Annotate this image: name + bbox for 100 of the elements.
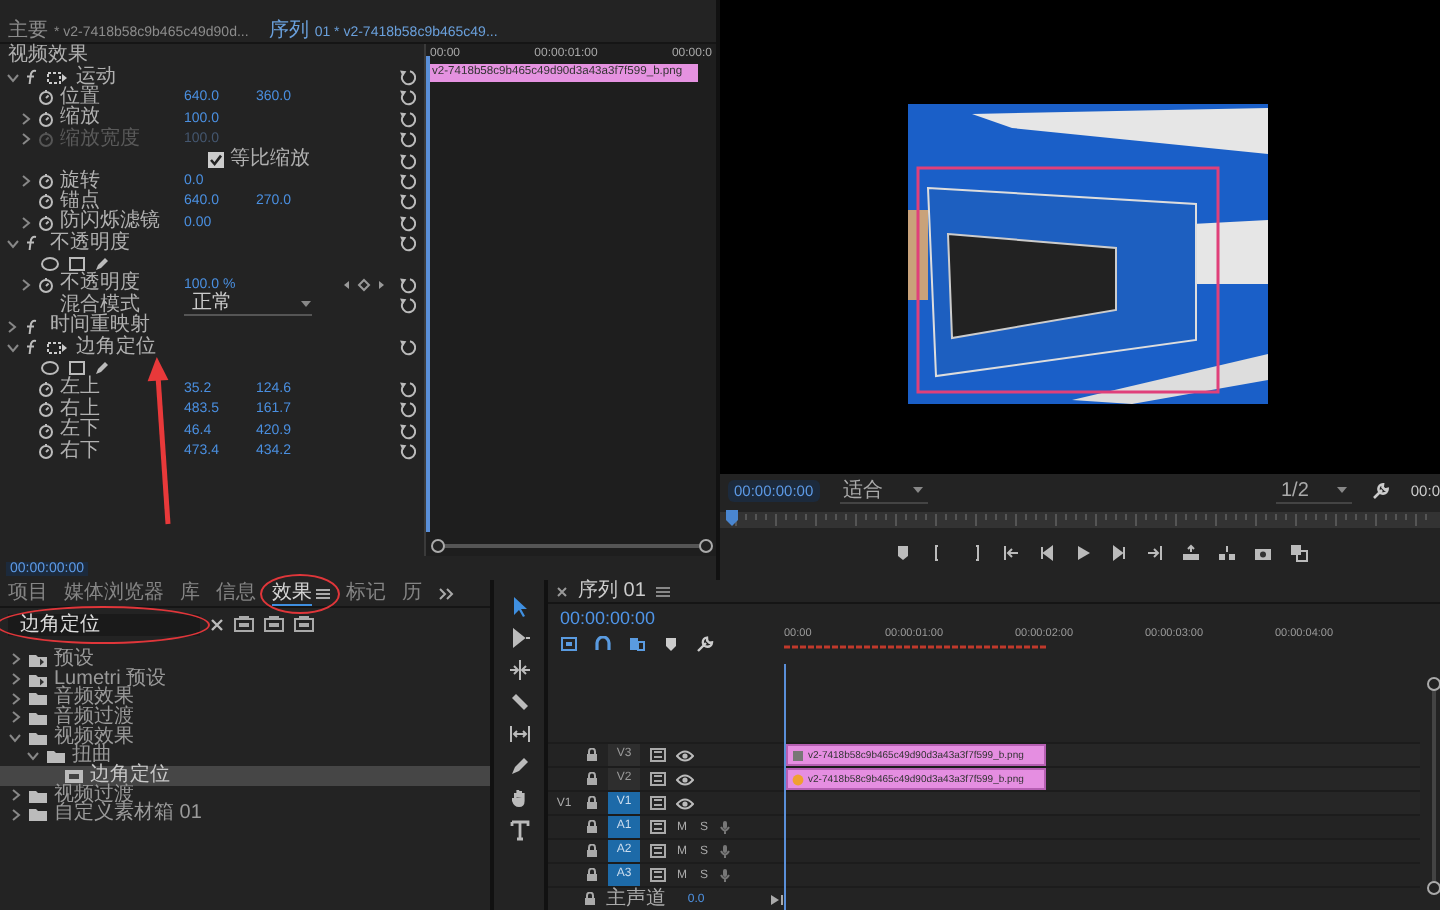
- transform-icon[interactable]: [46, 69, 68, 86]
- panel-tab[interactable]: 历: [402, 581, 422, 605]
- chevron-down-icon[interactable]: [5, 237, 19, 250]
- pen-icon[interactable]: [94, 360, 110, 377]
- play-icon[interactable]: [1073, 543, 1091, 561]
- panel-tab[interactable]: 标记: [346, 581, 386, 605]
- panel-tab[interactable]: 库: [180, 581, 200, 605]
- stopwatch-icon[interactable]: [38, 379, 54, 398]
- resolution-dropdown[interactable]: 1/2: [1276, 479, 1353, 503]
- stopwatch-icon[interactable]: [38, 88, 54, 107]
- nest-icon[interactable]: [560, 636, 578, 652]
- chevron-right-icon[interactable]: [9, 652, 21, 667]
- tree-item[interactable]: 自定义素材箱 01: [0, 805, 490, 825]
- go-to-end-icon[interactable]: [770, 893, 785, 905]
- extract-icon[interactable]: [1217, 543, 1235, 561]
- go-to-out-icon[interactable]: [1145, 543, 1163, 561]
- overflow-icon[interactable]: [438, 587, 454, 599]
- effect-toggle-icon[interactable]: [24, 338, 40, 357]
- add-marker-icon[interactable]: [662, 636, 680, 652]
- go-to-in-icon[interactable]: [1001, 543, 1019, 561]
- panel-tab[interactable]: 媒体浏览器: [64, 581, 164, 605]
- timecode[interactable]: 00:00:00:00: [560, 608, 784, 628]
- step-back-icon[interactable]: [1037, 543, 1055, 561]
- chevron-down-icon[interactable]: [5, 341, 19, 354]
- chevron-right-icon[interactable]: [20, 174, 32, 189]
- camera-icon[interactable]: [1253, 543, 1271, 561]
- chevron-right-icon[interactable]: [9, 672, 21, 687]
- panel-tab[interactable]: 信息: [216, 581, 256, 605]
- ellipse-mask-icon[interactable]: [40, 256, 60, 273]
- eye-icon[interactable]: [676, 773, 694, 785]
- keyframe-navigator-icon[interactable]: [342, 277, 386, 292]
- close-icon[interactable]: [556, 585, 568, 597]
- snap-icon[interactable]: [594, 636, 612, 652]
- tree-item[interactable]: 音频过渡: [0, 708, 490, 728]
- rectangle-mask-icon[interactable]: [68, 256, 86, 273]
- slip-tool-icon[interactable]: [509, 724, 529, 746]
- effect-toggle-icon[interactable]: [24, 68, 40, 87]
- chevron-right-icon[interactable]: [20, 215, 32, 230]
- pen-tool-icon[interactable]: [509, 756, 529, 778]
- zoom-dropdown[interactable]: 适合: [839, 479, 928, 503]
- type-tool-icon[interactable]: [509, 820, 529, 842]
- pen-icon[interactable]: [94, 256, 110, 273]
- chevron-right-icon[interactable]: [20, 277, 32, 292]
- compare-icon[interactable]: [1289, 543, 1307, 561]
- track-select-tool-icon[interactable]: [509, 628, 529, 650]
- sync-lock-icon[interactable]: [650, 772, 666, 786]
- microphone-icon[interactable]: [720, 868, 730, 882]
- ellipse-mask-icon[interactable]: [40, 360, 60, 377]
- bit-depth-effects-icon[interactable]: [264, 616, 284, 632]
- chevron-right-icon[interactable]: [9, 691, 21, 706]
- chevron-down-icon[interactable]: [5, 71, 19, 84]
- razor-tool-icon[interactable]: [509, 692, 529, 714]
- chevron-right-icon[interactable]: [6, 319, 18, 334]
- settings-icon[interactable]: [696, 636, 714, 652]
- yuv-effects-icon[interactable]: [294, 616, 314, 632]
- stopwatch-icon[interactable]: [38, 109, 54, 128]
- blend-mode-dropdown[interactable]: 正常: [184, 294, 312, 317]
- eye-icon[interactable]: [676, 749, 694, 761]
- lock-icon[interactable]: [586, 820, 598, 834]
- sync-lock-icon[interactable]: [650, 748, 666, 762]
- microphone-icon[interactable]: [720, 820, 730, 834]
- chevron-down-icon[interactable]: [8, 731, 22, 744]
- vertical-scrollbar[interactable]: [1426, 676, 1440, 896]
- chevron-right-icon[interactable]: [9, 710, 21, 725]
- panel-tab[interactable]: 项目: [8, 581, 48, 605]
- tree-item[interactable]: 视频过渡: [0, 785, 490, 805]
- selection-tool-icon[interactable]: [509, 596, 529, 618]
- chevron-down-icon[interactable]: [26, 750, 40, 763]
- lock-icon[interactable]: [586, 748, 598, 762]
- hand-tool-icon[interactable]: [509, 788, 529, 810]
- stopwatch-icon[interactable]: [38, 442, 54, 461]
- stopwatch-icon[interactable]: [38, 421, 54, 440]
- panel-menu-icon[interactable]: [316, 587, 330, 599]
- reset-icon[interactable]: [398, 338, 416, 357]
- lock-icon[interactable]: [583, 892, 596, 906]
- sync-lock-icon[interactable]: [650, 868, 666, 882]
- stopwatch-icon[interactable]: [38, 172, 54, 191]
- tree-item[interactable]: 视频效果: [0, 727, 490, 747]
- eye-icon[interactable]: [676, 797, 694, 809]
- lock-icon[interactable]: [586, 796, 598, 810]
- horizontal-scrollbar[interactable]: [426, 536, 716, 556]
- clear-icon[interactable]: [210, 617, 224, 631]
- tree-item[interactable]: 预设: [0, 650, 490, 670]
- lift-icon[interactable]: [1181, 543, 1199, 561]
- lock-icon[interactable]: [586, 868, 598, 882]
- stopwatch-icon[interactable]: [38, 213, 54, 232]
- stopwatch-icon[interactable]: [38, 275, 54, 294]
- transform-icon[interactable]: [46, 339, 68, 356]
- accelerated-effects-icon[interactable]: [234, 616, 254, 632]
- step-forward-icon[interactable]: [1109, 543, 1127, 561]
- effect-toggle-icon[interactable]: [24, 234, 40, 253]
- sync-lock-icon[interactable]: [650, 820, 666, 834]
- sync-lock-icon[interactable]: [650, 796, 666, 810]
- effect-toggle-icon[interactable]: [24, 317, 40, 336]
- chevron-right-icon[interactable]: [9, 807, 21, 822]
- microphone-icon[interactable]: [720, 844, 730, 858]
- sync-lock-icon[interactable]: [650, 844, 666, 858]
- tree-item[interactable]: 边角定位: [0, 766, 490, 786]
- lock-icon[interactable]: [586, 772, 598, 786]
- rectangle-mask-icon[interactable]: [68, 360, 86, 377]
